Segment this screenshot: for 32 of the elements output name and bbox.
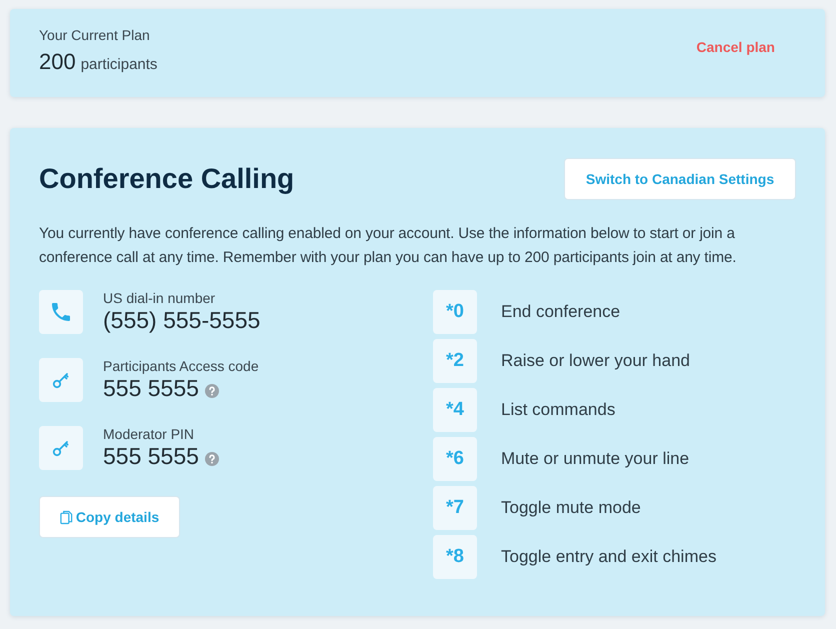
detail-value: 555 5555 bbox=[103, 443, 199, 469]
switch-settings-button[interactable]: Switch to Canadian Settings bbox=[564, 158, 796, 200]
command-code: *2 bbox=[433, 339, 477, 383]
command-action: Raise or lower your hand bbox=[501, 351, 690, 371]
command-action: List commands bbox=[501, 400, 616, 420]
detail-label: US dial-in number bbox=[103, 289, 216, 307]
participant-count: 200 bbox=[39, 49, 76, 75]
description-text: You currently have conference calling enabled on your account. Use the information below to start or join a conference call at any time. Remember with your plan you can have up to 200 participants join at any time. bbox=[39, 224, 738, 268]
command-action: Toggle mute mode bbox=[501, 498, 641, 518]
key-icon bbox=[39, 358, 83, 402]
command-action: Mute or unmute your line bbox=[501, 449, 690, 469]
phone-icon bbox=[39, 290, 83, 334]
command-code: *0 bbox=[433, 290, 477, 334]
participant-unit: participants bbox=[80, 56, 158, 73]
detail-label: Moderator PIN bbox=[103, 425, 196, 443]
help-icon[interactable] bbox=[204, 384, 219, 398]
help-icon[interactable] bbox=[204, 452, 219, 466]
copy-icon bbox=[60, 510, 73, 524]
key-icon bbox=[39, 426, 83, 470]
copy-details-button[interactable]: Copy details bbox=[39, 496, 180, 538]
detail-value: (555) 555-5555 bbox=[103, 307, 260, 333]
cancel-plan-link[interactable]: Cancel plan bbox=[696, 39, 775, 55]
command-code: *4 bbox=[433, 388, 477, 432]
command-code: *8 bbox=[433, 535, 477, 579]
detail-label: Participants Access code bbox=[103, 357, 259, 375]
command-code: *6 bbox=[433, 437, 477, 481]
detail-value: 555 5555 bbox=[103, 375, 199, 401]
command-action: Toggle entry and exit chimes bbox=[501, 547, 716, 567]
command-action: End conference bbox=[501, 302, 620, 322]
plan-label: Your Current Plan bbox=[39, 27, 151, 43]
command-code: *7 bbox=[433, 486, 477, 530]
section-title: Conference Calling bbox=[39, 163, 294, 195]
